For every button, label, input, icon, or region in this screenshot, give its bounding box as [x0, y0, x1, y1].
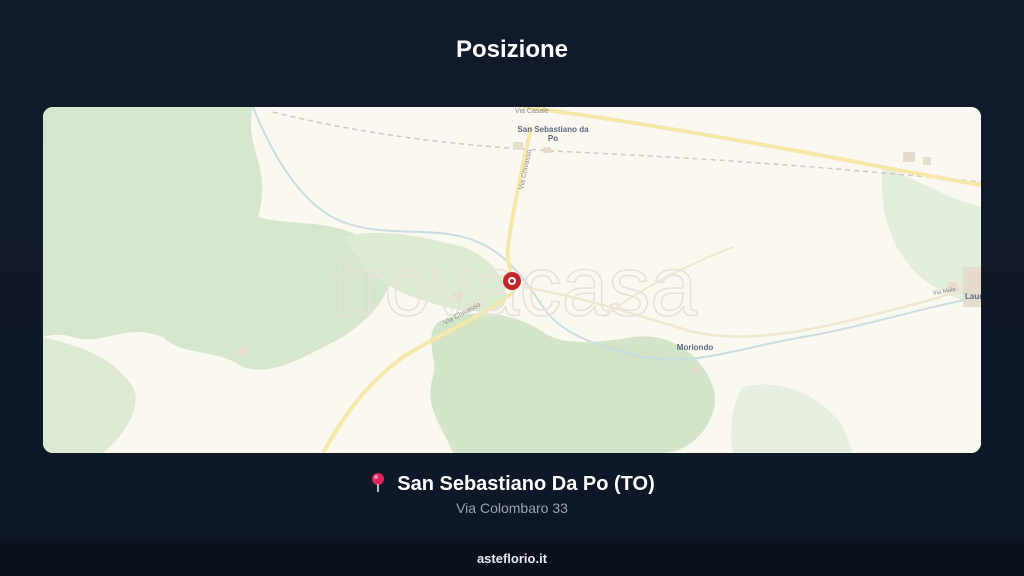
footer-site[interactable]: asteflorio.it	[477, 551, 547, 566]
map-label-road-casale: Via Casale	[515, 108, 549, 115]
round-pushpin-icon	[369, 472, 387, 498]
map-label-edge-town: Laur	[965, 292, 981, 301]
map-label-moriondo: Moriondo	[677, 343, 714, 352]
location-address: Via Colombaro 33	[456, 500, 568, 516]
map-label-town-2: Po	[548, 134, 558, 143]
map-view[interactable]: trovacasa Via Casale San Sebastiano da P…	[43, 107, 981, 453]
footer: asteflorio.it	[0, 543, 1024, 576]
page-title: Posizione	[455, 36, 569, 63]
location-heading: San Sebastiano Da Po (TO)	[0, 472, 1024, 498]
location-name: San Sebastiano Da Po (TO)	[397, 473, 655, 495]
map-location-marker[interactable]	[503, 272, 521, 290]
map-label-town-1: San Sebastiano da	[517, 125, 589, 134]
map-canvas: trovacasa Via Casale San Sebastiano da P…	[43, 107, 981, 453]
